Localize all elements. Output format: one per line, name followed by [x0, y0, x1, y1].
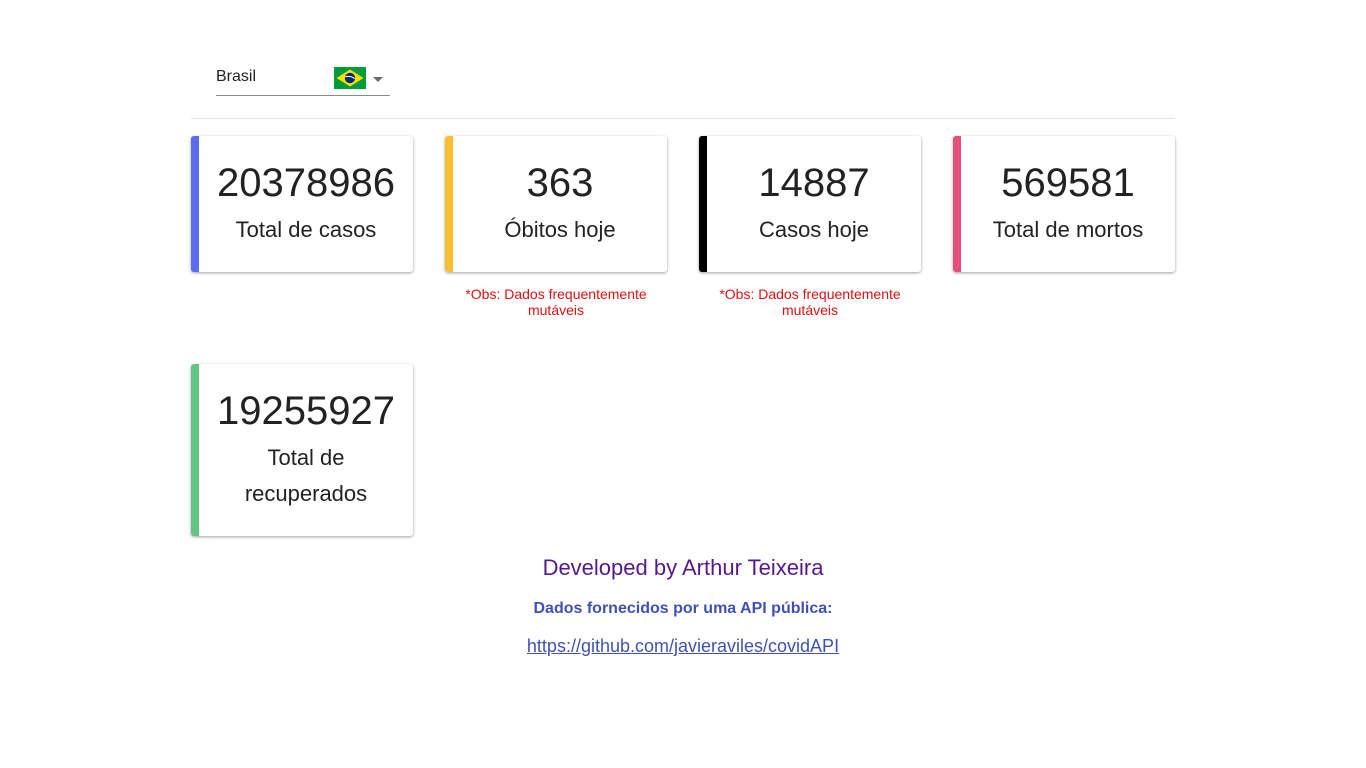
card-value: 14887 — [758, 161, 870, 205]
divider — [191, 118, 1175, 119]
card-label: Casos hoje — [758, 217, 870, 242]
card-label: Total de recuperados — [244, 445, 368, 506]
page: Brasil 20378986 Total de casos 363 Óbito… — [0, 0, 1366, 768]
card-obitos-hoje: 363 Óbitos hoje — [445, 136, 667, 272]
card-total-casos: 20378986 Total de casos — [191, 136, 413, 272]
card-label: Óbitos hoje — [504, 217, 616, 242]
card-value: 20378986 — [217, 161, 395, 205]
card-accent-stripe — [699, 136, 707, 272]
card-accent-stripe — [191, 364, 199, 536]
card-value: 363 — [526, 161, 594, 205]
data-source-label: Dados fornecidos por uma API pública: — [533, 600, 833, 617]
country-select[interactable]: Brasil — [216, 62, 390, 96]
card-total-recuperados: 19255927 Total de recuperados — [191, 364, 413, 536]
note-casos-hoje: *Obs: Dados frequentemente mutáveis — [719, 286, 901, 318]
note-obitos-hoje: *Obs: Dados frequentemente mutáveis — [465, 286, 647, 318]
card-casos-hoje: 14887 Casos hoje — [699, 136, 921, 272]
card-accent-stripe — [953, 136, 961, 272]
chevron-down-icon[interactable] — [373, 77, 383, 82]
card-value: 569581 — [1001, 161, 1135, 205]
card-accent-stripe — [191, 136, 199, 272]
brazil-flag-icon — [334, 67, 366, 89]
country-select-value: Brasil — [216, 68, 257, 85]
card-label: Total de casos — [235, 217, 377, 242]
card-accent-stripe — [445, 136, 453, 272]
card-total-mortos: 569581 Total de mortos — [953, 136, 1175, 272]
covid-api-link[interactable]: https://github.com/javieraviles/covidAPI — [527, 636, 839, 656]
card-value: 19255927 — [217, 389, 395, 433]
developer-credit: Developed by Arthur Teixeira — [542, 555, 824, 580]
card-label: Total de mortos — [992, 217, 1144, 242]
link-wrapper: https://github.com/javieraviles/covidAPI — [0, 636, 1366, 657]
